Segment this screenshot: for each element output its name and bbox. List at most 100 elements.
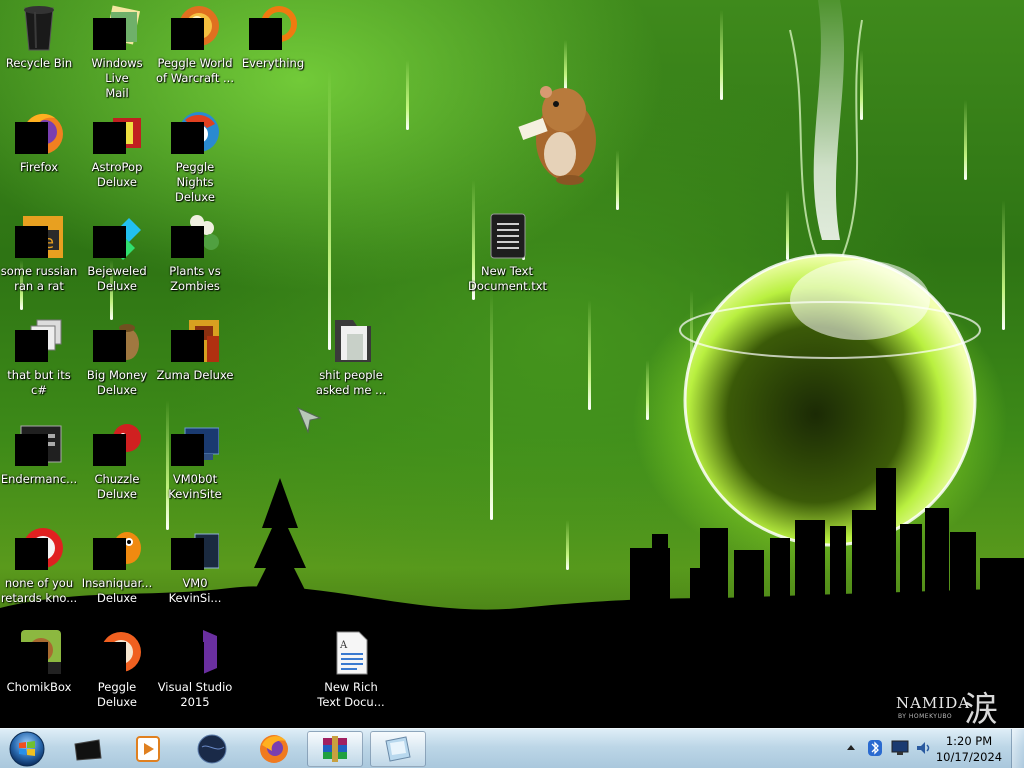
desktop-icon-label: New Rich Text Docu... [317,680,385,709]
desktop-icon-peggle-nights-deluxe[interactable]: Peggle Nights Deluxe [156,108,234,205]
peggle-nights-icon [171,108,219,156]
show-desktop-button[interactable] [1011,729,1024,768]
text-file-icon [483,212,531,260]
network-monitor-icon [891,740,909,755]
desktop-icon-plants-vs-zombies[interactable]: Plants vs Zombies [156,212,234,294]
wallpaper-streak [588,300,591,410]
taskbar-pinned-black-app[interactable] [60,731,116,767]
bejeweled-icon [93,212,141,260]
firefox-icon [260,735,288,763]
media-player-icon [136,736,160,762]
tray-network[interactable] [890,739,910,761]
desktop-icon-recycle-bin[interactable]: Recycle Bin [0,4,78,71]
taskbar: 1:20 PM 10/17/2024 [0,728,1024,768]
desktop-icon-label: that but its c# [7,368,71,397]
desktop-icon-chomikbox[interactable]: ChomikBox [0,628,78,695]
wallpaper-streak [616,150,619,210]
desktop-icon-label: Firefox [19,160,59,174]
desktop-icon-everything[interactable]: Everything [234,4,312,71]
astropop-icon [93,108,141,156]
desktop-icon-vm0-kevinsite[interactable]: VM0 KevinSi... [156,524,234,606]
desktop-icon-that-but-its-csharp[interactable]: that but its c# [0,316,78,398]
insaniquarium-icon [93,524,141,572]
desktop-icon-visual-studio-2015[interactable]: Visual Studio 2015 [156,628,234,710]
recycle-bin-icon [15,4,63,52]
tray-bluetooth[interactable] [866,739,884,761]
clock-time: 1:20 PM [945,734,993,748]
plants-vs-zombies-icon [171,212,219,260]
desktop-icon-label: AstroPop Deluxe [91,160,143,189]
mouse-cursor-icon [297,407,322,434]
desktop-wallpaper: NAMIDA BY HOMEKYUBO 涙 Recycle Bin Window… [0,0,1024,728]
wallpaper-kanji: 涙 [964,690,998,728]
wallpaper-streak [328,70,331,350]
desktop-icon-label: Peggle Nights Deluxe [175,160,215,204]
glass-window-icon [385,736,411,762]
desktop-icon-peggle-deluxe[interactable]: Peggle Deluxe [78,628,156,710]
desktop-icon-none-of-you[interactable]: none of you retards kno... [0,524,78,606]
desktop-icon-label: Windows Live Mail [91,56,143,100]
taskbar-pinned-globe[interactable] [184,731,240,767]
desktop-icon-label: Plants vs Zombies [169,264,221,293]
desktop-icon-label: ChomikBox [6,680,72,694]
desktop-icon-big-money-deluxe[interactable]: Big Money Deluxe [78,316,156,398]
mail-icon [93,4,141,52]
desktop-icon-label: Peggle World of Warcraft ... [156,56,234,85]
tray-show-hidden-icons[interactable] [846,740,856,760]
desktop-icon-zuma-deluxe[interactable]: Zuma Deluxe [156,316,234,383]
tray-volume[interactable] [914,739,934,761]
firefox-icon [15,108,63,156]
start-button[interactable] [0,731,54,767]
desktop-icon-astropop-deluxe[interactable]: AstroPop Deluxe [78,108,156,190]
peggle-icon [93,628,141,676]
big-money-icon [93,316,141,364]
desktop-icon-insaniquarium-deluxe[interactable]: Insaniquar... Deluxe [78,524,156,606]
desktop-icon-chuzzle-deluxe[interactable]: Chuzzle Deluxe [78,420,156,502]
volume-icon [917,742,930,754]
desktop-icon-new-text-document[interactable]: New Text Document.txt [468,212,547,294]
taskbar-pinned-media-player[interactable] [120,731,176,767]
desktop-icon-bejeweled-deluxe[interactable]: Bejeweled Deluxe [78,212,156,294]
taskbar-pinned-firefox[interactable] [246,731,302,767]
desktop-icon-peggle-world-of-warcraft[interactable]: Peggle World of Warcraft ... [156,4,234,86]
desktop-icon-label: Big Money Deluxe [86,368,148,397]
desktop-icon-label: none of you retards kno... [0,576,78,605]
shortcut-icon [15,316,63,364]
taskbar-clock[interactable]: 1:20 PM 10/17/2024 [934,733,1004,765]
desktop-icon-vm0b0t-kevinsite[interactable]: VM0b0t KevinSite [156,420,234,502]
desktop-icon-new-rich-text-document[interactable]: A New Rich Text Docu... [312,628,390,710]
desktop-icon-folder[interactable]: shit people asked me ... [312,316,390,398]
desktop-icon-label: Chuzzle Deluxe [94,472,140,501]
desktop-icon-label: Peggle Deluxe [97,680,137,709]
desktop-icon-label: Endermanc... [0,472,78,486]
desktop-icon-some-russian-ran-a-rat[interactable]: e some russian ran a rat [0,212,78,294]
desktop-icon-label: Recycle Bin [5,56,73,70]
vm-icon [171,420,220,468]
rich-text-file-icon: A [327,628,375,676]
winrar-icon [323,736,347,762]
desktop-icon-label: Visual Studio 2015 [157,680,233,709]
desktop-icon-label: VM0b0t KevinSite [168,472,222,501]
svg-text:A: A [339,640,348,651]
wallpaper-brand: NAMIDA [896,694,971,712]
taskbar-glass-window[interactable] [370,731,426,767]
shortcut-icon [15,524,63,572]
wallpaper-streak [406,60,409,130]
chuzzle-icon [93,420,141,468]
shortcut-icon: e [15,212,63,260]
desktop-icon-label: Zuma Deluxe [156,368,234,382]
desktop-icon-firefox[interactable]: Firefox [0,108,78,175]
desktop-icon-label: Insaniquar... Deluxe [81,576,153,605]
black-app-icon [74,739,102,761]
clock-date: 10/17/2024 [935,750,1003,764]
desktop-icon-label: shit people asked me ... [315,368,387,397]
everything-search-icon [249,4,297,52]
vm-icon [171,524,220,572]
visual-studio-icon [171,628,219,676]
taskbar-winrar[interactable] [307,731,363,767]
desktop-icon-label: VM0 KevinSi... [168,576,222,605]
desktop-icon-windows-live-mail[interactable]: Windows Live Mail [78,4,156,101]
desktop-icon-endermanch[interactable]: Endermanc... [0,420,78,487]
desktop-icon-label: some russian ran a rat [0,264,78,293]
wallpaper-brand-sub: BY HOMEKYUBO [898,713,953,720]
